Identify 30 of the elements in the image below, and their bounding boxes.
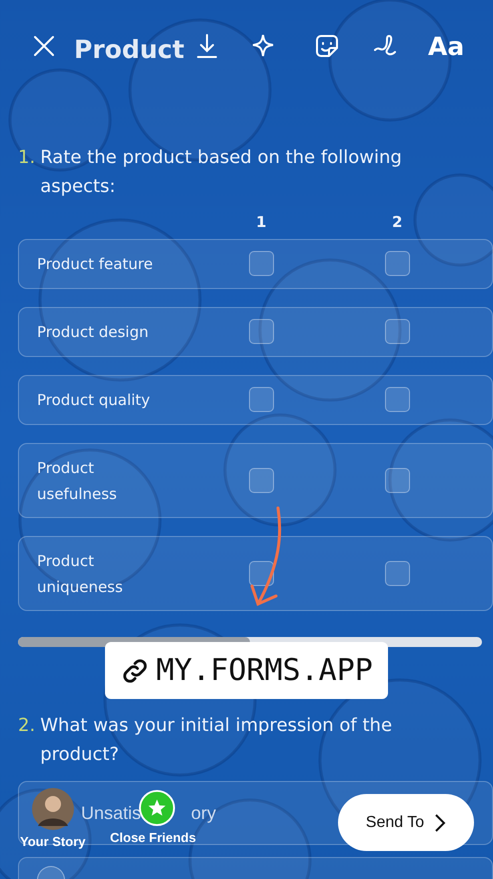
column-heading: 1 <box>256 213 266 231</box>
rating-checkbox[interactable] <box>249 387 274 412</box>
rating-checkbox[interactable] <box>249 319 274 344</box>
send-to-button[interactable]: Send To <box>338 794 474 851</box>
option-label: Unsatis <box>81 802 142 824</box>
rating-checkbox[interactable] <box>249 560 274 586</box>
rating-checkbox[interactable] <box>385 560 410 586</box>
share-target-label[interactable]: Close Friends <box>110 830 196 845</box>
option-label: ory <box>191 802 216 824</box>
question-text: Rate the product based on the following aspects: <box>40 146 403 199</box>
row-label: Product uniqueness <box>37 550 124 598</box>
text-tool-button[interactable]: Aa <box>428 28 464 64</box>
link-sticker[interactable]: MY.FORMS.APP <box>105 642 388 699</box>
question-number: 2. <box>18 714 36 738</box>
form-title: Product <box>74 34 184 66</box>
avatar-icon[interactable] <box>32 788 74 830</box>
column-heading: 2 <box>392 213 402 231</box>
rating-checkbox[interactable] <box>249 251 274 276</box>
row-label: Product design <box>37 322 150 343</box>
question-number: 1. <box>18 146 36 170</box>
row-label: Product feature <box>37 254 154 275</box>
rating-checkbox[interactable] <box>385 468 410 492</box>
rating-checkbox[interactable] <box>385 251 410 276</box>
chevron-icon <box>434 812 446 832</box>
row-label: Product usefulness <box>37 458 118 504</box>
rating-checkbox[interactable] <box>385 387 410 412</box>
rating-checkbox[interactable] <box>385 319 410 344</box>
rating-checkbox[interactable] <box>249 468 274 492</box>
row-label: Product quality <box>37 390 152 411</box>
question-text: What was your initial impression of the product? <box>40 714 394 767</box>
